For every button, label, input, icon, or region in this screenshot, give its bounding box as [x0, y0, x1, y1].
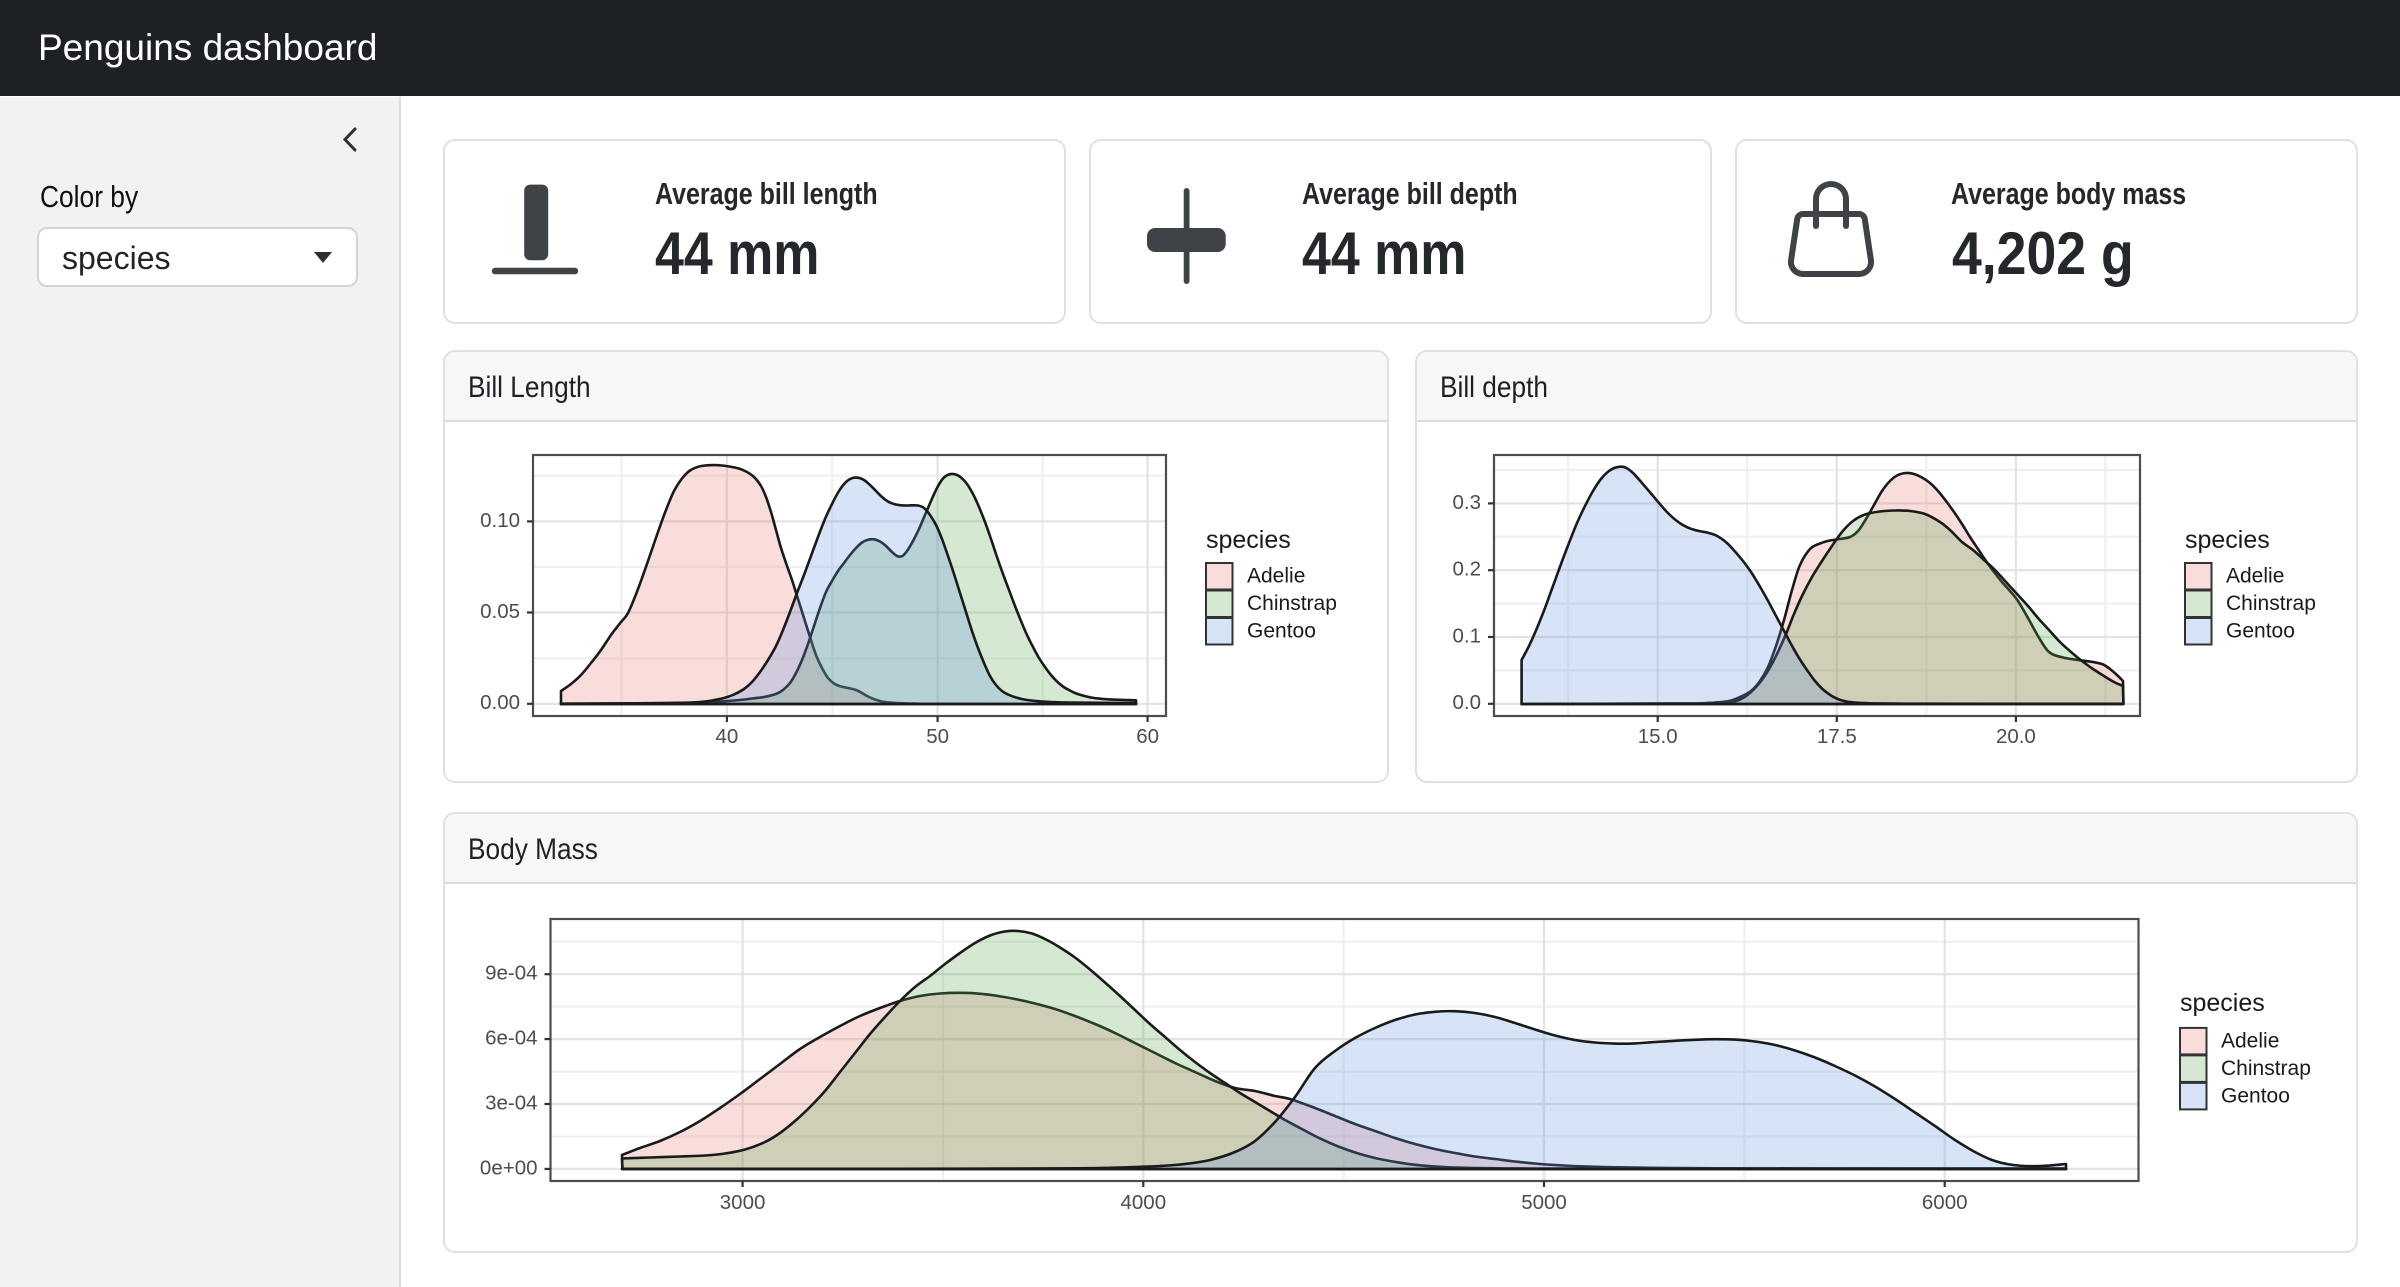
svg-text:Adelie: Adelie — [2226, 565, 2284, 588]
svg-text:Chinstrap: Chinstrap — [1247, 592, 1337, 615]
svg-text:20.0: 20.0 — [1996, 725, 2036, 748]
svg-text:17.5: 17.5 — [1817, 725, 1857, 748]
svg-text:4000: 4000 — [1120, 1191, 1166, 1214]
svg-text:40: 40 — [715, 725, 738, 748]
svg-text:0.1: 0.1 — [1453, 624, 1482, 647]
svg-text:0e+00: 0e+00 — [480, 1156, 538, 1179]
svg-text:Chinstrap: Chinstrap — [2221, 1057, 2311, 1080]
svg-text:60: 60 — [1136, 725, 1159, 748]
svg-text:6e-04: 6e-04 — [485, 1027, 537, 1050]
svg-text:0.10: 0.10 — [480, 509, 520, 532]
svg-text:0.0: 0.0 — [1453, 691, 1482, 714]
svg-text:Chinstrap: Chinstrap — [2226, 592, 2316, 615]
svg-text:species: species — [2185, 526, 2270, 554]
svg-text:Gentoo: Gentoo — [1247, 620, 1316, 643]
svg-text:50: 50 — [926, 725, 949, 748]
svg-text:0.3: 0.3 — [1453, 491, 1482, 514]
svg-text:9e-04: 9e-04 — [485, 962, 537, 985]
svg-text:0.05: 0.05 — [480, 600, 520, 623]
svg-text:0.00: 0.00 — [480, 691, 520, 714]
svg-text:0.2: 0.2 — [1453, 558, 1482, 581]
svg-text:6000: 6000 — [1922, 1191, 1968, 1214]
svg-text:species: species — [2180, 989, 2265, 1017]
svg-text:Adelie: Adelie — [1247, 565, 1305, 588]
svg-text:Adelie: Adelie — [2221, 1030, 2279, 1053]
svg-text:15.0: 15.0 — [1638, 725, 1678, 748]
svg-text:Gentoo: Gentoo — [2221, 1085, 2290, 1108]
svg-text:Gentoo: Gentoo — [2226, 620, 2295, 643]
svg-text:5000: 5000 — [1521, 1191, 1567, 1214]
svg-text:3000: 3000 — [720, 1191, 766, 1214]
svg-text:species: species — [1206, 526, 1291, 554]
svg-text:3e-04: 3e-04 — [485, 1091, 537, 1114]
